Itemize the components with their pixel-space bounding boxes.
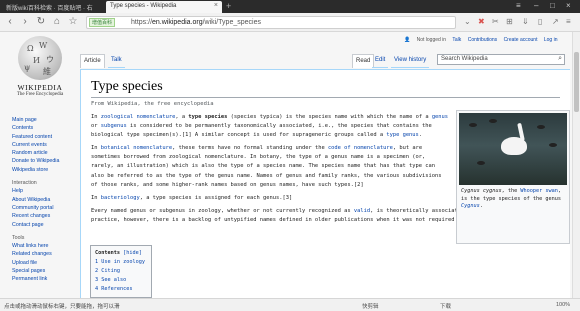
minimize-icon[interactable]: – bbox=[534, 1, 538, 10]
web-page: ΩW Иウ ψ維 WIKIPEDIA The Free Encyclopedia… bbox=[0, 32, 572, 298]
paragraph-2: In botanical nomenclature, these terms h… bbox=[91, 145, 442, 188]
sidebar-item-random[interactable]: Random article bbox=[12, 149, 82, 157]
status-bar: 点击或拖动滑动鼠标右键，只要能拖，拖可以滑 快剪辑 下载 100% bbox=[0, 298, 580, 311]
link-botanical-nomenclature[interactable]: botanical nomenclature bbox=[101, 145, 172, 151]
tab-article[interactable]: Article bbox=[80, 54, 105, 68]
tab-edit[interactable]: Edit bbox=[372, 54, 389, 68]
sidebar-item-current-events[interactable]: Current events bbox=[12, 141, 82, 149]
close-icon[interactable]: × bbox=[214, 2, 218, 9]
link-zoological-nomenclature[interactable]: zoological nomenclature bbox=[101, 114, 176, 120]
whooper-swan-image[interactable] bbox=[459, 113, 567, 185]
tab-read[interactable]: Read bbox=[352, 54, 375, 68]
toc-hide-toggle[interactable]: [hide] bbox=[123, 250, 142, 256]
grid-icon[interactable]: ⊞ bbox=[506, 17, 513, 26]
maximize-icon[interactable]: □ bbox=[550, 1, 555, 10]
toc-item[interactable]: 3 See also bbox=[95, 276, 147, 285]
sidebar-item-donate[interactable]: Donate to Wikipedia bbox=[12, 157, 82, 165]
sidebar-item-upload[interactable]: Upload file bbox=[12, 259, 82, 267]
toc-item[interactable]: 2 Citing bbox=[95, 267, 147, 276]
toc-item[interactable]: 1 Use in zoology bbox=[95, 258, 147, 267]
page-scrollbar[interactable] bbox=[572, 32, 580, 298]
link-valid[interactable]: valid bbox=[354, 208, 370, 214]
paragraph-1: In zoological nomenclature, a type speci… bbox=[91, 114, 449, 139]
logo-tagline: The Free Encyclopedia bbox=[16, 92, 64, 97]
sidebar-item-community[interactable]: Community portal bbox=[12, 204, 82, 212]
back-icon[interactable]: ‹ bbox=[4, 16, 16, 28]
link-whooper-swan[interactable]: Whooper swan bbox=[520, 188, 557, 194]
tab-talk[interactable]: Talk bbox=[108, 54, 125, 68]
globe-icon: ΩW Иウ ψ維 bbox=[18, 36, 62, 80]
toc-title: Contents bbox=[95, 250, 120, 256]
search-icon[interactable]: ⌕ bbox=[558, 55, 562, 63]
logo-wordmark: WIKIPEDIA bbox=[17, 83, 63, 92]
personal-tools: 👤 Not logged in Talk Contributions Creat… bbox=[404, 37, 563, 43]
browser-toolbar: ‹ › ↻ ⌂ ☆ 增值百科 https://en.wikipedia.org/… bbox=[0, 13, 580, 32]
url-text: https://en.wikipedia.org/wiki/Type_speci… bbox=[131, 19, 261, 26]
link-bacteriology[interactable]: bacteriology bbox=[101, 195, 140, 201]
not-logged-in-text: Not logged in bbox=[416, 37, 447, 43]
sidebar-item-special-pages[interactable]: Special pages bbox=[12, 267, 82, 275]
status-message: 点击或拖动滑动鼠标右键，只要能拖，拖可以滑 bbox=[4, 304, 120, 310]
share-icon[interactable]: ↗ bbox=[552, 17, 559, 26]
sidebar-heading-tools: Tools bbox=[12, 234, 25, 241]
sidebar-item-featured[interactable]: Featured content bbox=[12, 133, 82, 141]
sidebar-item-contents[interactable]: Contents bbox=[12, 124, 82, 132]
page-title: Type species bbox=[91, 79, 560, 98]
sidebar-item-about[interactable]: About Wikipedia bbox=[12, 196, 82, 204]
link-type-genus[interactable]: type genus bbox=[386, 132, 418, 138]
tab-view-history[interactable]: View history bbox=[391, 54, 430, 68]
cut-icon[interactable]: ✂ bbox=[492, 17, 499, 26]
talk-link[interactable]: Talk bbox=[452, 37, 461, 43]
address-bar[interactable]: 增值百科 https://en.wikipedia.org/wiki/Type_… bbox=[86, 16, 456, 29]
sidebar-item-help[interactable]: Help bbox=[12, 187, 82, 195]
forward-icon[interactable]: › bbox=[19, 16, 31, 28]
site-sub: From Wikipedia, the free encyclopedia bbox=[91, 101, 214, 107]
dropdown-icon[interactable]: ⌄ bbox=[464, 17, 471, 26]
secure-badge: 增值百科 bbox=[89, 18, 116, 27]
quick-clip-button[interactable]: 快剪辑 bbox=[362, 302, 379, 310]
zoom-level[interactable]: 100% bbox=[556, 302, 570, 308]
browser-tab-bar: 新版wiki百科检索 · 百度贴吧 · 右 Type species - Wik… bbox=[0, 0, 580, 13]
link-cygnus[interactable]: Cygnus bbox=[461, 203, 480, 209]
sidebar-item-contact[interactable]: Contact page bbox=[12, 221, 82, 229]
create-account-link[interactable]: Create account bbox=[504, 37, 538, 43]
sidebar-item-recent-changes[interactable]: Recent changes bbox=[12, 212, 82, 220]
table-of-contents: Contents [hide] 1 Use in zoology 2 Citin… bbox=[90, 245, 152, 298]
reload-icon[interactable]: ↻ bbox=[35, 16, 47, 28]
sidebar: Main page Contents Featured content Curr… bbox=[12, 116, 82, 284]
home-icon[interactable]: ⌂ bbox=[51, 16, 63, 28]
link-code-of-nomenclature[interactable]: code of nomenclature bbox=[328, 145, 393, 151]
paragraph-3: In bacteriology, a type species is assig… bbox=[91, 194, 293, 201]
contributions-link[interactable]: Contributions bbox=[468, 37, 497, 43]
search-placeholder: Search Wikipedia bbox=[441, 56, 488, 62]
device-icon[interactable]: ▯ bbox=[538, 17, 542, 26]
bookmark-star-icon[interactable]: ☆ bbox=[67, 16, 79, 28]
wikipedia-logo[interactable]: ΩW Иウ ψ維 WIKIPEDIA The Free Encyclopedia bbox=[8, 36, 72, 102]
sidebar-heading-interaction: Interaction bbox=[12, 180, 37, 187]
toc-item[interactable]: 4 References bbox=[95, 285, 147, 294]
download-status[interactable]: 下载 bbox=[440, 302, 451, 310]
user-icon: 👤 bbox=[404, 37, 411, 43]
sidebar-item-main-page[interactable]: Main page bbox=[12, 116, 82, 124]
window-close-icon[interactable]: × bbox=[566, 1, 571, 10]
browser-tab-active[interactable]: Type species - Wikipedia × bbox=[106, 1, 222, 13]
sidebar-item-permanent-link[interactable]: Permanent link bbox=[12, 275, 82, 283]
thumbnail-figure: Cygnus cygnus, the Whooper swan, is the … bbox=[456, 110, 570, 244]
more-menu-icon[interactable]: ≡ bbox=[566, 17, 571, 26]
log-in-link[interactable]: Log in bbox=[544, 37, 558, 43]
sidebar-item-store[interactable]: Wikipedia store bbox=[12, 166, 82, 174]
sidebar-item-what-links[interactable]: What links here bbox=[12, 242, 82, 250]
new-tab-icon[interactable]: + bbox=[226, 1, 231, 11]
link-subgenus[interactable]: subgenus bbox=[101, 123, 127, 129]
sidebar-item-related-changes[interactable]: Related changes bbox=[12, 250, 82, 258]
tab-title: Type species - Wikipedia bbox=[110, 3, 177, 9]
menu-icon[interactable]: ≡ bbox=[516, 1, 521, 10]
figure-caption: Cygnus cygnus, the Whooper swan, is the … bbox=[461, 188, 561, 210]
window-title: 新版wiki百科检索 · 百度贴吧 · 右 bbox=[6, 6, 93, 12]
link-genus[interactable]: genus bbox=[432, 114, 448, 120]
extension-icon[interactable]: ✖ bbox=[478, 17, 485, 26]
download-icon[interactable]: ⇓ bbox=[522, 17, 529, 26]
search-input[interactable]: Search Wikipedia ⌕ bbox=[437, 54, 565, 65]
